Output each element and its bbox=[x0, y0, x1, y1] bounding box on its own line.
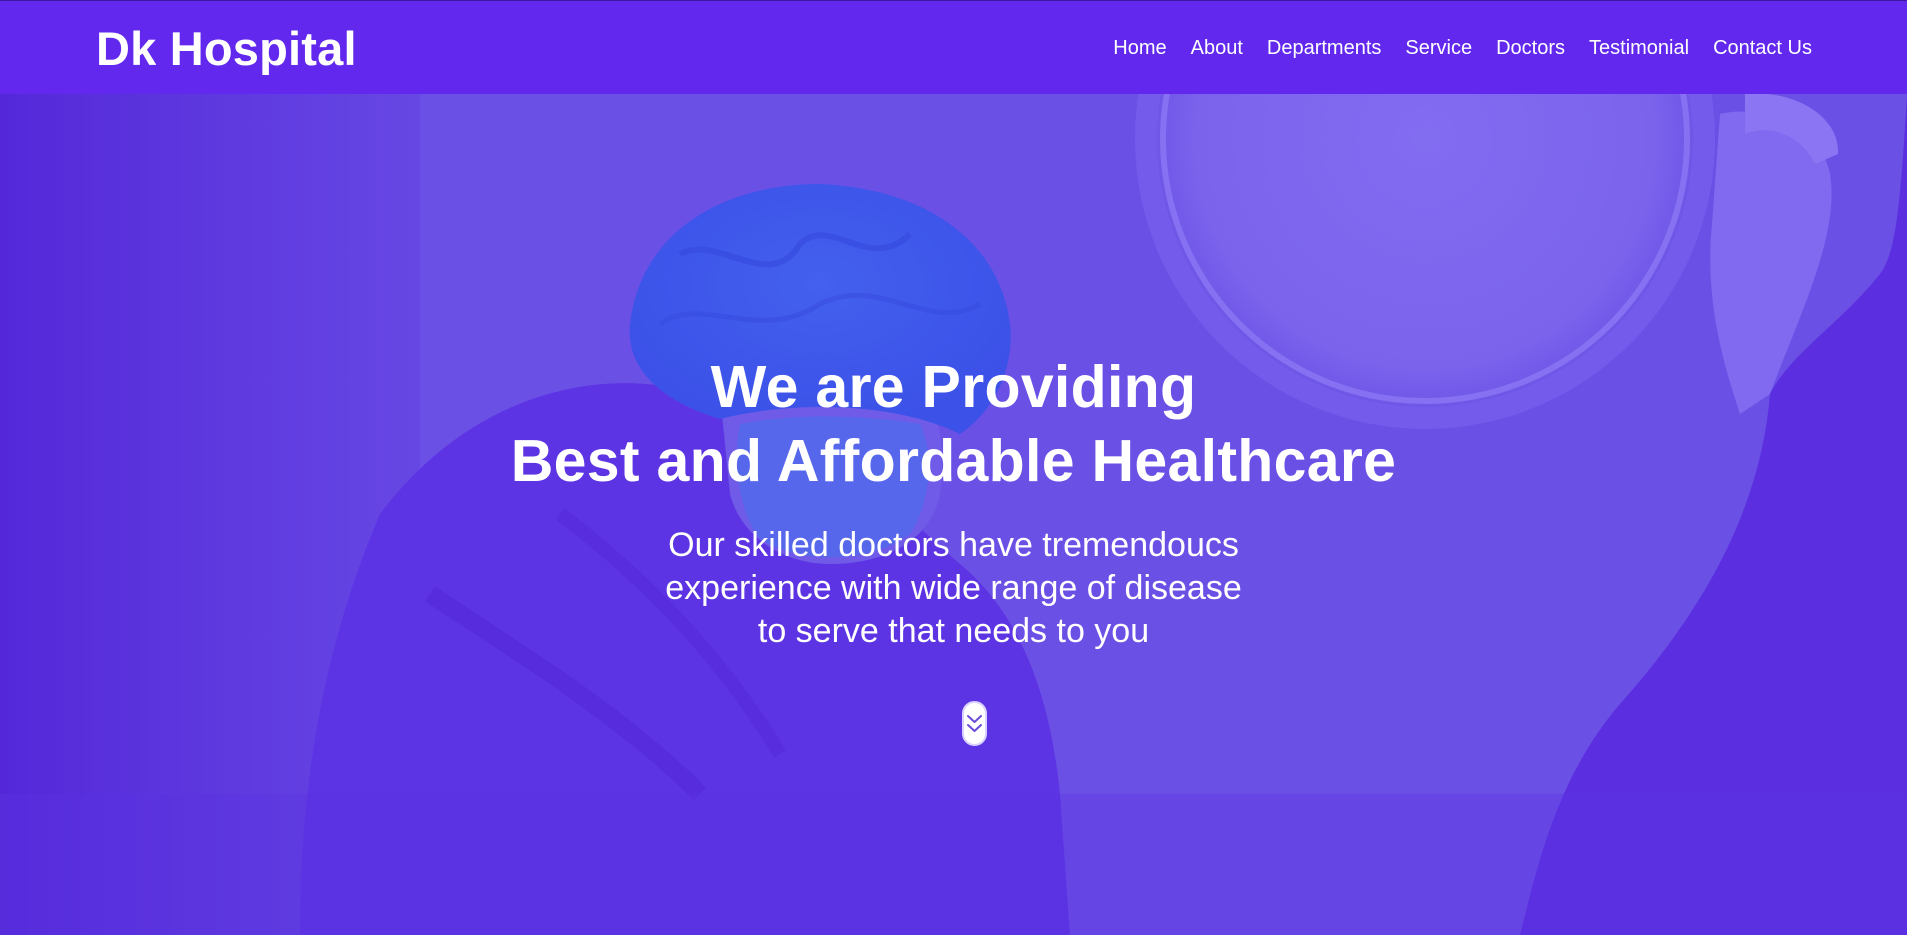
hero-headline-line-2: Best and Affordable Healthcare bbox=[510, 428, 1397, 494]
nav-item-home[interactable]: Home bbox=[1113, 37, 1166, 60]
hero-headline: We are Providing Best and Affordable Hea… bbox=[0, 350, 1907, 498]
hero-content: We are Providing Best and Affordable Hea… bbox=[0, 94, 1907, 935]
nav-item-service[interactable]: Service bbox=[1405, 37, 1472, 60]
hero-subtext: Our skilled doctors have tremendoucs exp… bbox=[0, 524, 1907, 653]
nav-item-about[interactable]: About bbox=[1191, 37, 1243, 60]
brand-logo-link[interactable]: Dk Hospital bbox=[96, 21, 357, 76]
nav-item-testimonial[interactable]: Testimonial bbox=[1589, 37, 1689, 60]
nav-item-contact-us[interactable]: Contact Us bbox=[1713, 37, 1812, 60]
hero-subtext-line-3: to serve that needs to you bbox=[757, 612, 1150, 650]
hero-subtext-line-2: experience with wide range of disease bbox=[665, 569, 1242, 607]
nav-item-doctors[interactable]: Doctors bbox=[1496, 37, 1565, 60]
hero-headline-line-1: We are Providing bbox=[710, 354, 1197, 420]
page: Dk Hospital Home About Departments Servi… bbox=[0, 0, 1907, 935]
navbar: Dk Hospital Home About Departments Servi… bbox=[0, 0, 1907, 94]
hero-subtext-line-1: Our skilled doctors have tremendoucs bbox=[668, 526, 1239, 564]
hero-section: We are Providing Best and Affordable Hea… bbox=[0, 94, 1907, 935]
chevron-double-down-icon bbox=[967, 714, 982, 732]
nav-item-departments[interactable]: Departments bbox=[1267, 37, 1382, 60]
scroll-down-button[interactable] bbox=[962, 701, 987, 746]
main-nav: Home About Departments Service Doctors T… bbox=[1089, 37, 1812, 60]
